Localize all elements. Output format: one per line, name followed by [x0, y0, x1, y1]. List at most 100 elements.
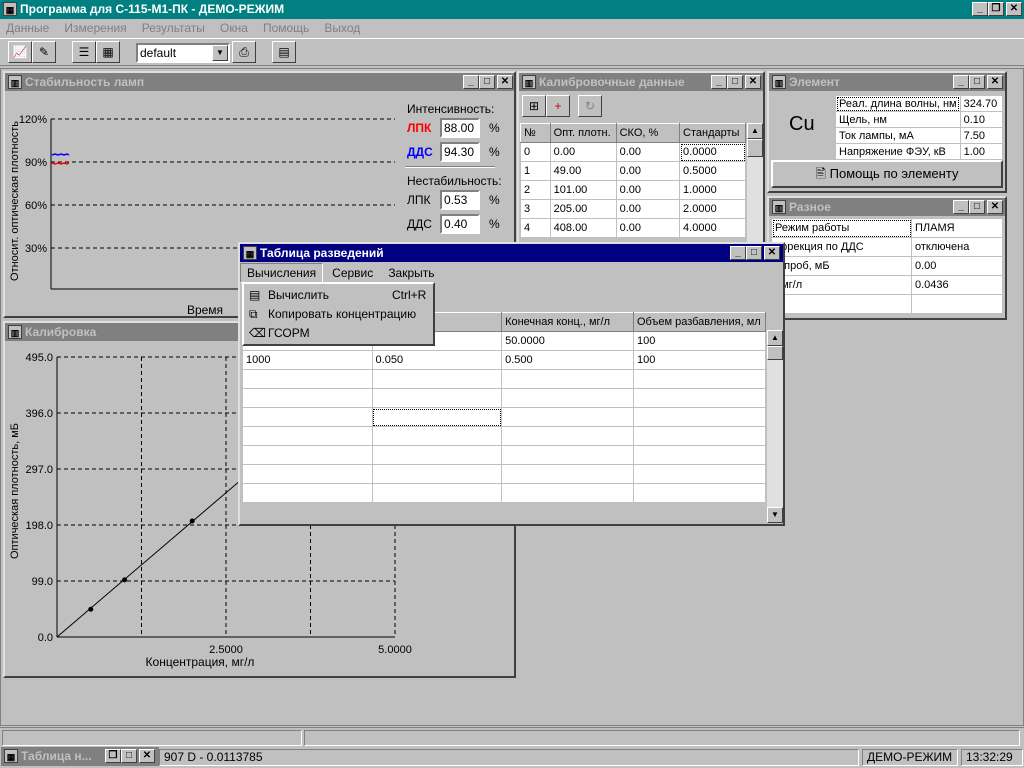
table-row[interactable]: , мг/л 0.0436: [771, 275, 1003, 295]
maximize-button[interactable]: □: [969, 75, 985, 89]
scroll-down-icon[interactable]: ▼: [767, 507, 783, 523]
minimize-button[interactable]: _: [953, 200, 969, 214]
calib-scrollbar[interactable]: ▲: [747, 123, 763, 243]
dilution-title-bar[interactable]: ▦ Таблица разведений _ □ ✕: [240, 244, 783, 262]
table-row[interactable]: [242, 407, 767, 427]
unit-label: %: [489, 217, 500, 231]
table-row[interactable]: [242, 388, 767, 408]
chart-icon[interactable]: 📈: [8, 41, 32, 63]
col-header: Стандарты: [679, 123, 746, 143]
table-row[interactable]: оррекция по ДДС отключена: [771, 237, 1003, 257]
restore-button[interactable]: ❐: [988, 2, 1004, 16]
menu-close[interactable]: Закрыть: [382, 264, 440, 282]
add-icon[interactable]: +: [546, 95, 570, 117]
table-row[interactable]: Напряжение ФЭУ, кВ 1.00: [835, 143, 1004, 160]
dropdown-item-calculate[interactable]: ▤ Вычислить Ctrl+R: [244, 286, 431, 304]
dilution-scrollbar[interactable]: ▲ ▼: [767, 330, 783, 523]
lpk-intensity-field[interactable]: 88.00: [440, 118, 480, 138]
calib-data-window[interactable]: ▥ Калибровочные данные _ □ ✕ ⊞ + ↻ № Опт…: [517, 71, 765, 246]
element-window[interactable]: ▥ Элемент _ □ ✕ Cu Реал. длина волны, нм…: [767, 71, 1007, 193]
close-button[interactable]: ✕: [139, 749, 155, 763]
misc-title-bar[interactable]: ▥ Разное _ □ ✕: [769, 198, 1005, 216]
lpk-instability-field[interactable]: 0.53: [440, 190, 480, 210]
maximize-button[interactable]: □: [727, 75, 743, 89]
menu-exit[interactable]: Выход: [318, 19, 366, 37]
scroll-thumb[interactable]: [747, 139, 763, 157]
chevron-down-icon[interactable]: ▼: [212, 45, 228, 61]
app-title-bar[interactable]: ▦ Программа для С-115-М1-ПК - ДЕМО-РЕЖИМ…: [0, 0, 1024, 19]
table-row[interactable]: [242, 369, 767, 389]
menu-windows[interactable]: Окна: [214, 19, 254, 37]
table-row[interactable]: [242, 445, 767, 465]
col-header: Конечная конц., мг/л: [501, 312, 634, 332]
maximize-button[interactable]: □: [746, 246, 762, 260]
scroll-thumb[interactable]: [767, 346, 783, 360]
stability-title-bar[interactable]: ▥ Стабильность ламп _ □ ✕: [5, 73, 514, 91]
menu-service[interactable]: Сервис: [326, 264, 379, 282]
dropdown-item-copy-concentration[interactable]: ⧉ Копировать концентрацию: [244, 305, 431, 323]
menu-measure[interactable]: Измерения: [58, 19, 132, 37]
minimize-button[interactable]: _: [711, 75, 727, 89]
table-row[interactable]: [771, 294, 1003, 314]
calculations-dropdown: ▤ Вычислить Ctrl+R ⧉ Копировать концентр…: [242, 282, 435, 346]
dropdown-item-gsorm[interactable]: ⌫ ГСОРМ: [244, 324, 431, 342]
table-row[interactable]: [242, 483, 767, 503]
element-title-bar[interactable]: ▥ Элемент _ □ ✕: [769, 73, 1005, 91]
calib-data-title-bar[interactable]: ▥ Калибровочные данные _ □ ✕: [519, 73, 763, 91]
grid-icon[interactable]: ⊞: [522, 95, 546, 117]
close-button[interactable]: ✕: [764, 246, 780, 260]
table-row[interactable]: 1 49.00 0.00 0.5000: [520, 161, 746, 181]
element-symbol-box[interactable]: Cu: [771, 93, 835, 159]
menu-help[interactable]: Помощь: [257, 19, 315, 37]
element-help-button[interactable]: 🖹 Помощь по элементу: [771, 160, 1003, 188]
close-button[interactable]: ✕: [987, 200, 1003, 214]
maximize-button[interactable]: □: [969, 200, 985, 214]
status-time: 13:32:29: [961, 749, 1023, 766]
table-row[interactable]: [242, 426, 767, 446]
minimize-button[interactable]: _: [953, 75, 969, 89]
menu-results[interactable]: Результаты: [136, 19, 211, 37]
dilution-window[interactable]: ▦ Таблица разведений _ □ ✕ Вычисления Се…: [238, 242, 785, 526]
instability-label: Нестабильность:: [407, 174, 502, 188]
table-row[interactable]: Режим работы ПЛАМЯ: [771, 218, 1003, 238]
maximize-button[interactable]: □: [479, 75, 495, 89]
table-row[interactable]: [242, 464, 767, 484]
misc-window[interactable]: ▥ Разное _ □ ✕ Режим работы ПЛАМЯ оррекци…: [767, 196, 1007, 320]
table-row[interactable]: 3 205.00 0.00 2.0000: [520, 199, 746, 219]
scroll-up-icon[interactable]: ▲: [747, 123, 763, 139]
dds-intensity-field[interactable]: 94.30: [440, 142, 480, 162]
close-button[interactable]: ✕: [987, 75, 1003, 89]
table-row[interactable]: о проб, мБ 0.00: [771, 256, 1003, 276]
table-icon[interactable]: ▦: [96, 41, 120, 63]
edit-icon[interactable]: ✎: [32, 41, 56, 63]
method-select[interactable]: default ▼: [136, 43, 230, 63]
minimize-button[interactable]: _: [730, 246, 746, 260]
minimize-button[interactable]: _: [463, 75, 479, 89]
menu-data[interactable]: Данные: [0, 19, 55, 37]
scroll-up-icon[interactable]: ▲: [767, 330, 783, 346]
close-button[interactable]: ✕: [1006, 2, 1022, 16]
table-row[interactable]: 2 101.00 0.00 1.0000: [520, 180, 746, 200]
load-icon[interactable]: ⎙: [232, 41, 256, 63]
dds-instability-field[interactable]: 0.40: [440, 214, 480, 234]
table-row[interactable]: 0 0.00 0.00 0.0000: [520, 142, 746, 162]
unit-label: %: [489, 121, 500, 135]
menu-calculations[interactable]: Вычисления: [240, 263, 324, 283]
calculator-icon[interactable]: ▤: [272, 41, 296, 63]
restore-button[interactable]: ❐: [105, 749, 121, 763]
table-row[interactable]: 1000 0.050 0.500 100: [242, 350, 767, 370]
close-button[interactable]: ✕: [745, 75, 761, 89]
col-header: Объем разбавления, мл: [632, 312, 767, 332]
refresh-icon[interactable]: ↻: [578, 95, 602, 117]
table-row[interactable]: 4 408.00 0.00 4.0000: [520, 218, 746, 238]
ytick-label: 495.0: [25, 352, 53, 364]
minimize-button[interactable]: _: [972, 2, 988, 16]
table-row[interactable]: Реал. длина волны, нм 324.70: [835, 95, 1004, 112]
table-row[interactable]: Щель, нм 0.10: [835, 111, 1004, 128]
close-button[interactable]: ✕: [497, 75, 513, 89]
table-row[interactable]: Ток лампы, мА 7.50: [835, 127, 1004, 144]
maximize-button[interactable]: □: [121, 749, 137, 763]
menu-bar: Данные Измерения Результаты Окна Помощь …: [0, 19, 1024, 37]
list-icon[interactable]: ☰: [72, 41, 96, 63]
minimized-dilution-window[interactable]: ▦ Таблица н... ❐ □ ✕: [1, 747, 159, 766]
